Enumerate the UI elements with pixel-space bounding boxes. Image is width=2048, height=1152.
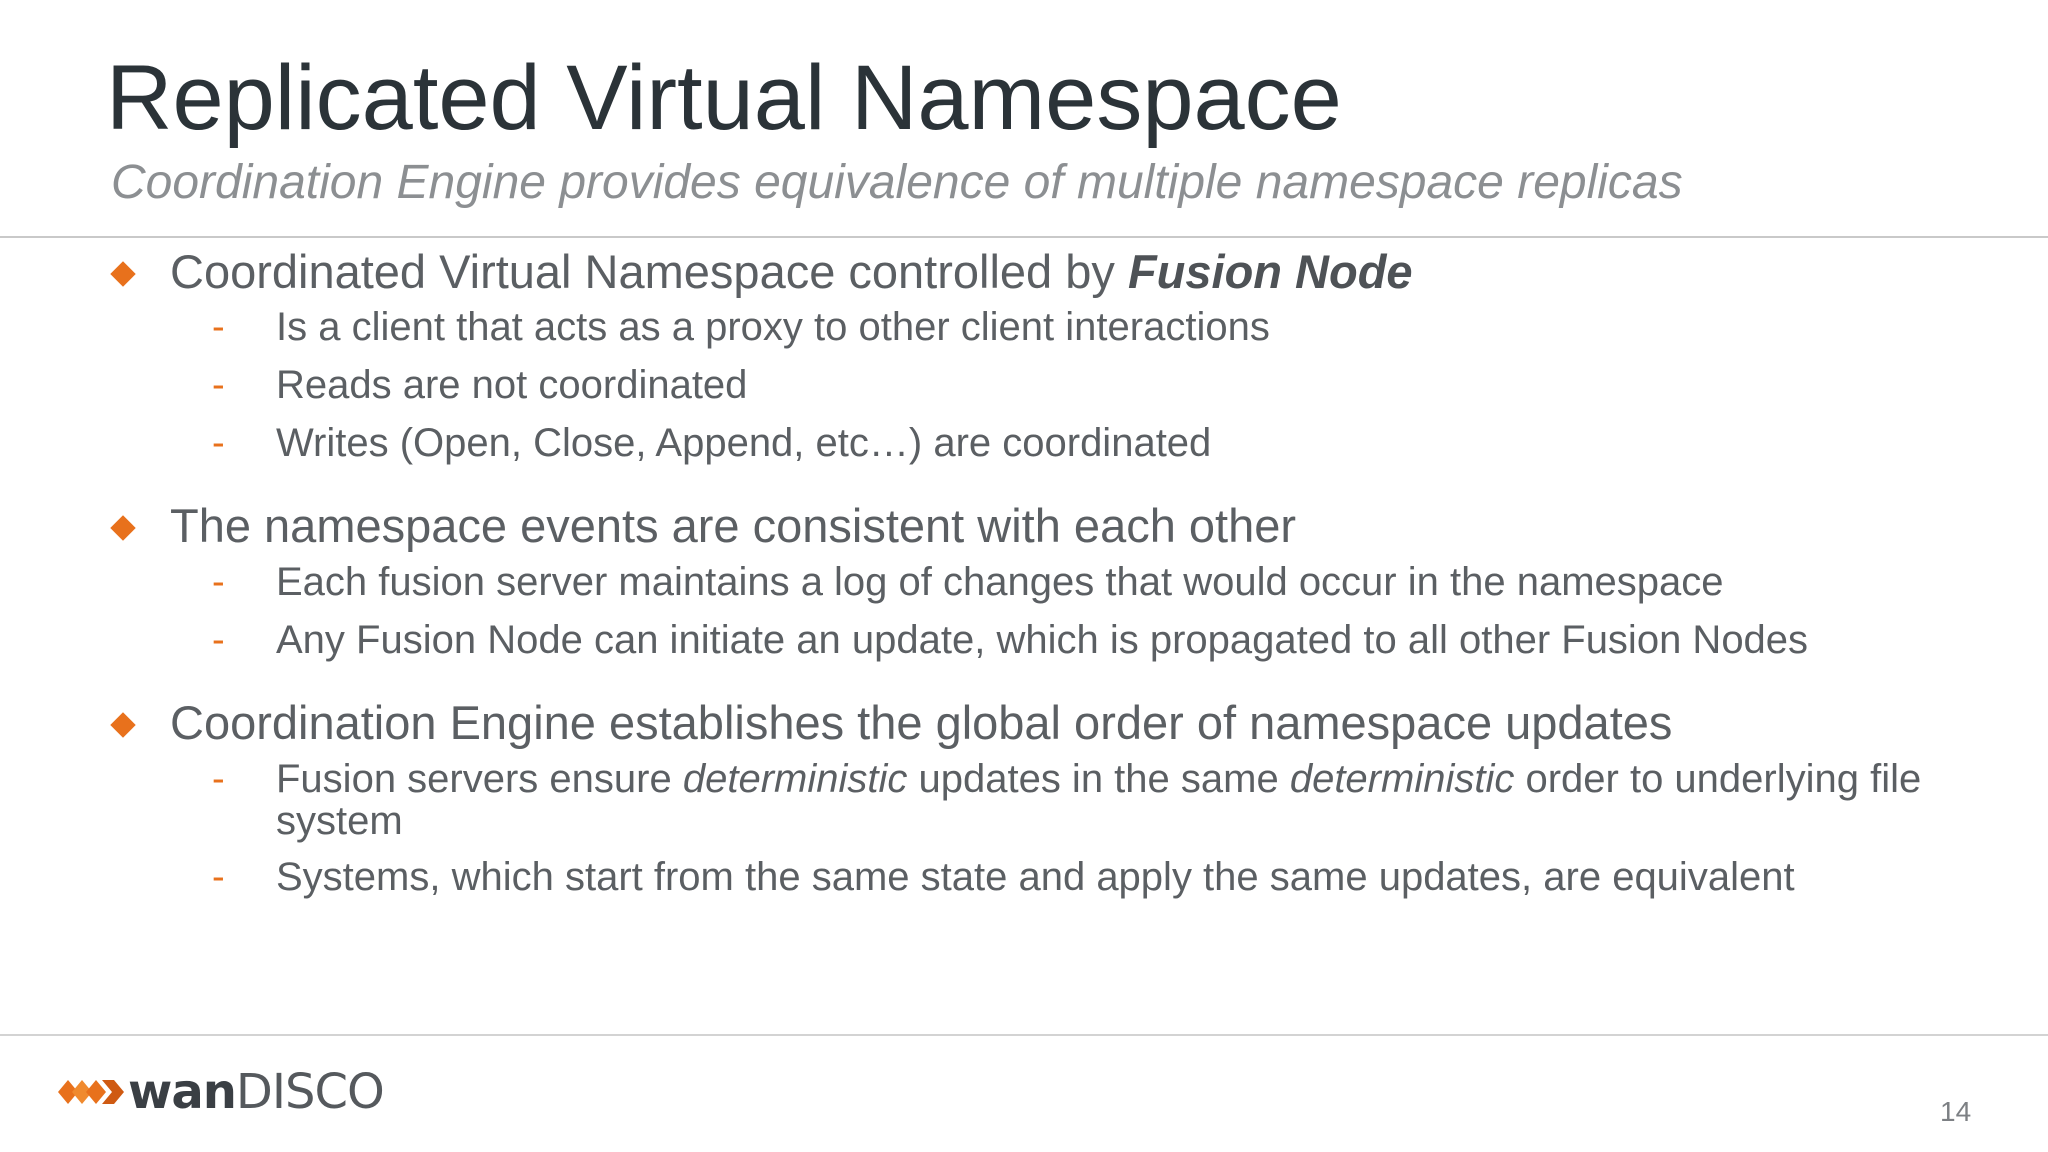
page-number: 14 (1940, 1096, 1972, 1127)
dash-marker: - (212, 306, 225, 348)
wandisco-arrows-icon (58, 1080, 124, 1104)
fusion-node-emphasis: Fusion Node (1127, 245, 1413, 298)
diamond-bullet-icon (110, 712, 136, 738)
bullet-text: Coordinated Virtual Namespace controlled… (170, 245, 1413, 298)
footer-divider (0, 1034, 2048, 1036)
dash-marker: - (212, 422, 225, 464)
sub-text: Systems, which start from the same state… (276, 855, 1795, 899)
dash-marker: - (212, 758, 225, 800)
diamond-bullet-icon (110, 515, 136, 541)
sub-text: Writes (Open, Close, Append, etc…) are c… (276, 421, 1212, 465)
sub-text: Is a client that acts as a proxy to othe… (276, 305, 1270, 349)
header-divider (0, 236, 2048, 238)
dash-marker: - (212, 856, 225, 898)
bullet-text: The namespace events are consistent with… (170, 499, 1297, 552)
bullet-text: Coordination Engine establishes the glob… (170, 696, 1673, 749)
dash-marker: - (212, 364, 225, 406)
diamond-bullet-icon (110, 261, 136, 287)
wandisco-logo: wanDISCO (58, 1064, 385, 1120)
sub-text: Any Fusion Node can initiate an update, … (276, 618, 1809, 662)
dash-marker: - (212, 561, 225, 603)
slide-title: Replicated Virtual Namespace (106, 47, 1342, 149)
dash-marker: - (212, 619, 225, 661)
sub-text: Each fusion server maintains a log of ch… (276, 560, 1724, 604)
slide-subtitle: Coordination Engine provides equivalence… (111, 156, 1683, 209)
logo-wordmark: wanDISCO (128, 1064, 385, 1120)
sub-text: Fusion servers ensure deterministic upda… (276, 757, 1922, 843)
sub-text: Reads are not coordinated (276, 363, 748, 407)
